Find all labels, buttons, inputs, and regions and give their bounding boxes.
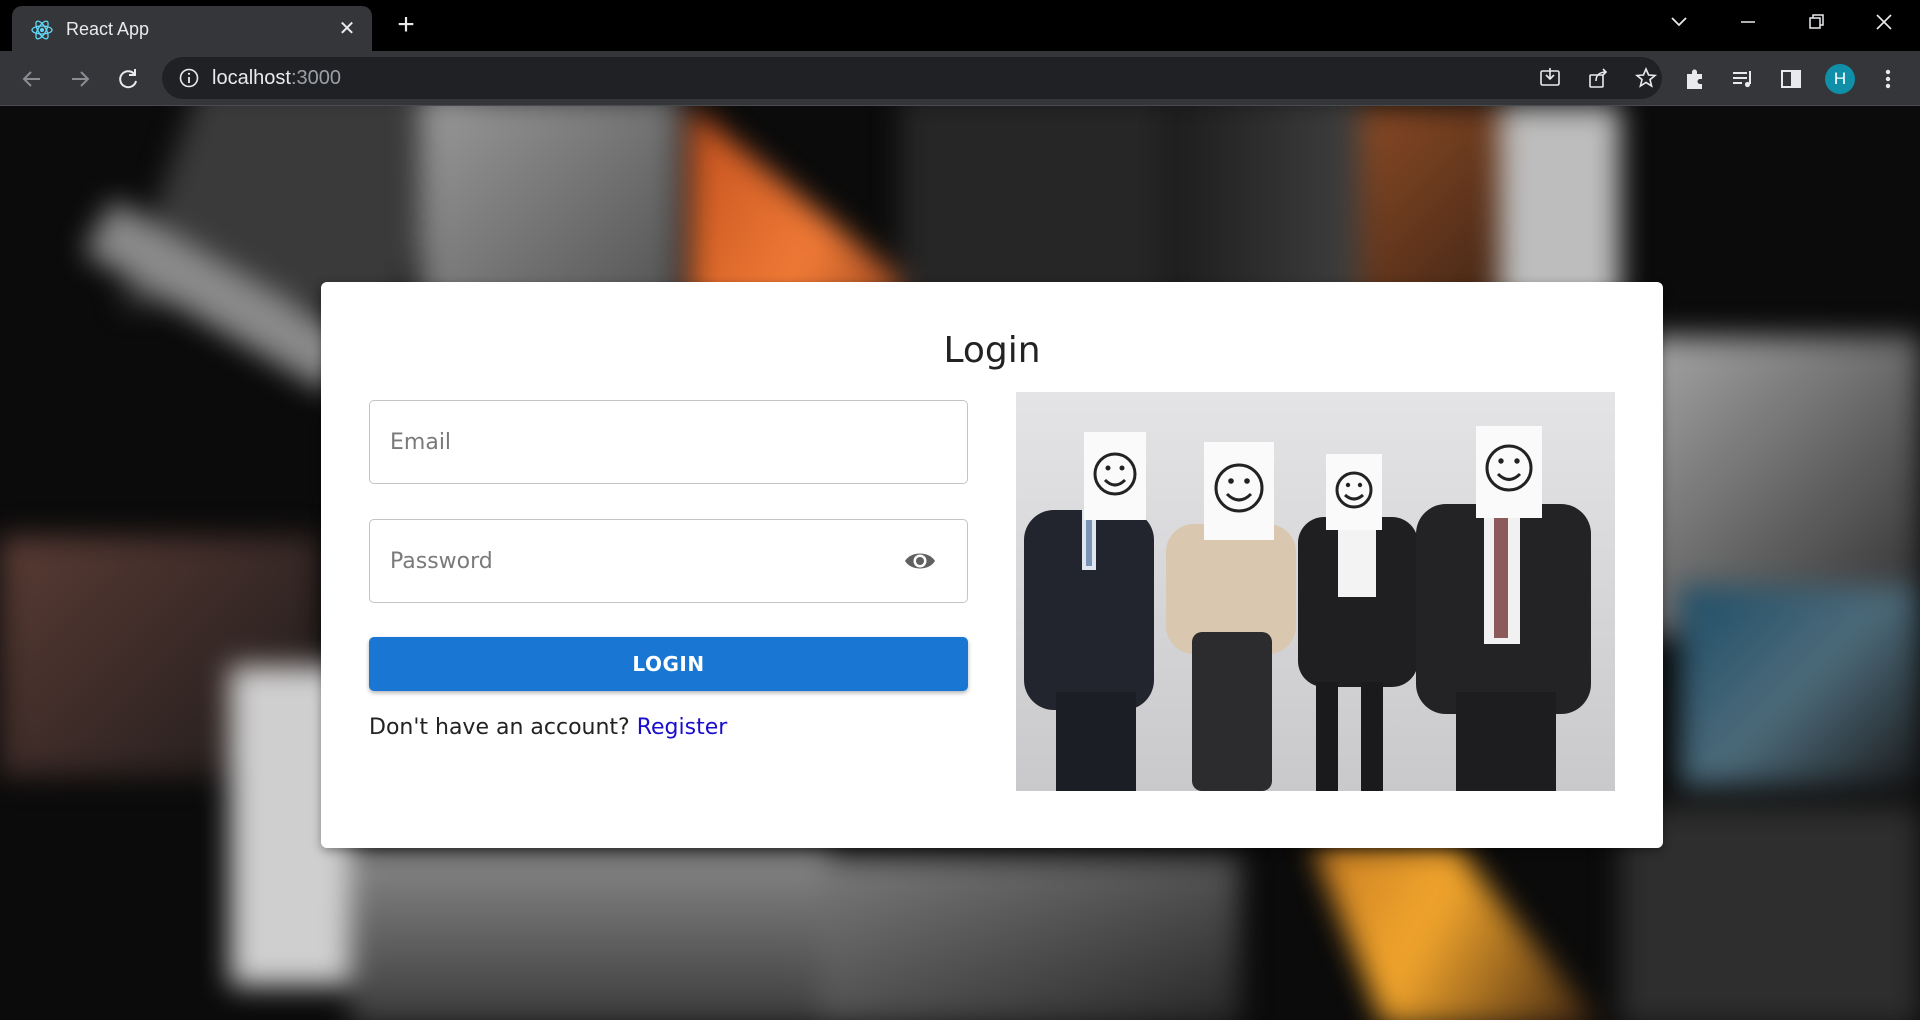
profile-avatar[interactable]: H <box>1825 64 1855 94</box>
menu-kebab-icon[interactable] <box>1874 65 1902 93</box>
close-window-icon[interactable] <box>1866 8 1902 36</box>
minimize-icon[interactable] <box>1730 8 1766 36</box>
media-queue-icon[interactable] <box>1729 65 1757 93</box>
restore-icon[interactable] <box>1798 8 1834 36</box>
email-field[interactable] <box>369 400 968 484</box>
register-link[interactable]: Register <box>637 715 728 740</box>
react-logo-icon <box>31 20 53 40</box>
show-password-icon[interactable] <box>903 547 937 575</box>
tab-strip: React App ✕ + <box>0 0 1920 51</box>
login-illustration <box>1016 392 1615 791</box>
password-input[interactable] <box>390 520 890 602</box>
new-tab-icon[interactable]: + <box>390 10 422 42</box>
people-smiley-image <box>1016 392 1615 791</box>
reload-icon[interactable] <box>114 65 142 93</box>
address-bar[interactable]: localhost:3000 <box>162 57 1662 99</box>
extensions-icon[interactable] <box>1681 65 1709 93</box>
install-app-icon[interactable] <box>1538 66 1562 90</box>
login-button[interactable]: LOGIN <box>369 637 968 691</box>
browser-toolbar: localhost:3000 H <box>0 51 1920 106</box>
tab-search-icon[interactable] <box>1661 8 1697 36</box>
tab-close-icon[interactable]: ✕ <box>334 16 360 42</box>
email-input[interactable] <box>390 401 890 483</box>
share-icon[interactable] <box>1586 66 1610 90</box>
page-title: Login <box>943 330 1041 371</box>
login-card: Login LOGIN Don't have an account? Regis… <box>321 282 1663 848</box>
browser-tab[interactable]: React App ✕ <box>12 6 372 51</box>
url-text[interactable]: localhost:3000 <box>212 67 341 90</box>
site-info-icon[interactable] <box>178 67 200 89</box>
back-icon[interactable] <box>18 65 46 93</box>
side-panel-icon[interactable] <box>1777 65 1805 93</box>
tab-title: React App <box>66 19 150 39</box>
register-prompt: Don't have an account? Register <box>369 715 728 740</box>
page-viewport: Login LOGIN Don't have an account? Regis… <box>0 106 1920 1020</box>
password-field[interactable] <box>369 519 968 603</box>
forward-icon[interactable] <box>66 65 94 93</box>
bookmark-star-icon[interactable] <box>1634 66 1658 90</box>
